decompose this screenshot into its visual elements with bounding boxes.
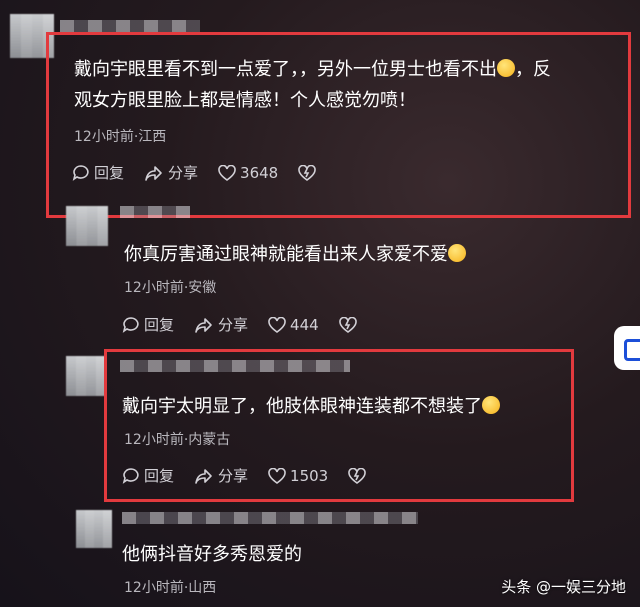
- share-button[interactable]: 分享: [194, 314, 248, 335]
- avatar[interactable]: [66, 206, 108, 246]
- highlight-box: [104, 349, 574, 502]
- reply-button[interactable]: 回复: [122, 314, 174, 335]
- heart-icon: [268, 316, 286, 333]
- comment-meta: 12小时前·山西: [124, 580, 217, 596]
- highlight-box: [46, 32, 631, 218]
- like-button[interactable]: 444: [268, 316, 319, 334]
- avatar[interactable]: [76, 510, 112, 548]
- comment-text: 你真厉害通过眼神就能看出来人家爱不爱: [124, 240, 466, 270]
- side-button-icon: [624, 339, 640, 361]
- dislike-heart-icon: [338, 316, 357, 333]
- username-blurred[interactable]: [120, 206, 190, 218]
- username-blurred[interactable]: [60, 20, 200, 32]
- dislike-button[interactable]: [338, 316, 361, 333]
- side-float-button[interactable]: [614, 326, 640, 370]
- username-blurred[interactable]: [122, 512, 418, 524]
- emoji-icon: [448, 244, 466, 262]
- avatar[interactable]: [66, 356, 106, 396]
- comment-actions: 回复 分享 444: [122, 314, 381, 335]
- comment-meta: 12小时前·安徽: [124, 280, 217, 296]
- watermark: 头条 @一娱三分地: [501, 578, 626, 596]
- like-count: 444: [290, 315, 319, 334]
- reply-icon: [122, 316, 139, 333]
- comment-text: 他俩抖音好多秀恩爱的: [122, 544, 302, 565]
- share-icon: [195, 317, 212, 333]
